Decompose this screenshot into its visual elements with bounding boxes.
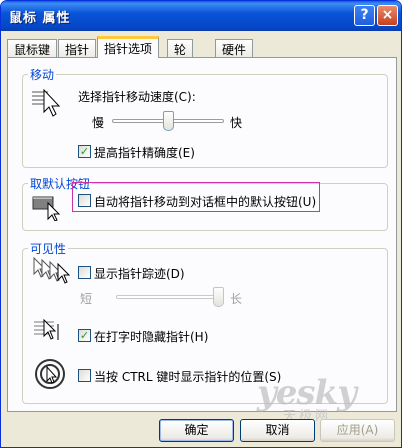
show-location-label[interactable]: 当按 CTRL 键时显示指针的位置(S) <box>94 368 281 385</box>
tab-buttons[interactable]: 鼠标键 <box>7 39 58 57</box>
hide-while-typing-label[interactable]: 在打字时隐藏指针(H) <box>94 328 208 345</box>
hide-pointer-icon <box>34 318 59 340</box>
tab-pointer-options[interactable]: 指针选项 <box>97 36 160 58</box>
checkmark-icon: ✓ <box>79 145 90 158</box>
precision-checkbox[interactable]: ✓ <box>78 145 91 158</box>
pointer-speed-icon <box>32 88 61 117</box>
mouse-properties-dialog: 鼠标 属性 ? × 鼠标键 指针 指针选项 轮 硬件 移动 选择指针移动速度(C… <box>0 0 402 448</box>
trail-slider-track <box>116 295 224 299</box>
trail-slider-thumb <box>213 287 224 307</box>
trails-label[interactable]: 显示指针踪迹(D) <box>94 265 185 282</box>
close-button[interactable]: × <box>377 5 398 26</box>
cancel-button[interactable]: 取消 <box>240 419 315 442</box>
checkmark-icon: ✓ <box>79 329 90 342</box>
show-location-icon <box>35 359 65 389</box>
precision-label[interactable]: 提高指针精确度(E) <box>94 144 195 161</box>
apply-button[interactable]: 应用(A) <box>320 419 395 442</box>
window-title: 鼠标 属性 <box>9 11 71 26</box>
help-button[interactable]: ? <box>354 5 375 26</box>
show-location-checkbox[interactable] <box>78 369 91 382</box>
tab-panel: 移动 选择指针移动速度(C): 慢 快 ✓ 提高指针精确度(E) 取默认按钮 自… <box>7 57 397 412</box>
snap-to-button-icon <box>32 196 61 221</box>
hide-while-typing-checkbox[interactable]: ✓ <box>78 329 91 342</box>
snap-to-label[interactable]: 自动将指针移动到对话框中的默认按钮(U) <box>94 193 316 210</box>
tab-pointers[interactable]: 指针 <box>58 39 97 57</box>
tab-wheel[interactable]: 轮 <box>167 39 194 57</box>
motion-group-title: 移动 <box>28 66 57 83</box>
speed-label: 选择指针移动速度(C): <box>78 90 196 104</box>
slow-label: 慢 <box>92 116 105 130</box>
fast-label: 快 <box>230 116 243 130</box>
short-label: 短 <box>80 292 93 306</box>
pointer-trails-icon <box>33 256 71 284</box>
ok-button[interactable]: 确定 <box>159 419 234 442</box>
snap-to-checkbox[interactable] <box>78 194 91 207</box>
tab-hardware[interactable]: 硬件 <box>215 39 254 57</box>
speed-slider-thumb[interactable] <box>162 111 174 131</box>
trails-checkbox[interactable] <box>78 266 91 279</box>
long-label: 长 <box>230 292 243 306</box>
title-bar[interactable]: 鼠标 属性 ? × <box>1 1 401 31</box>
